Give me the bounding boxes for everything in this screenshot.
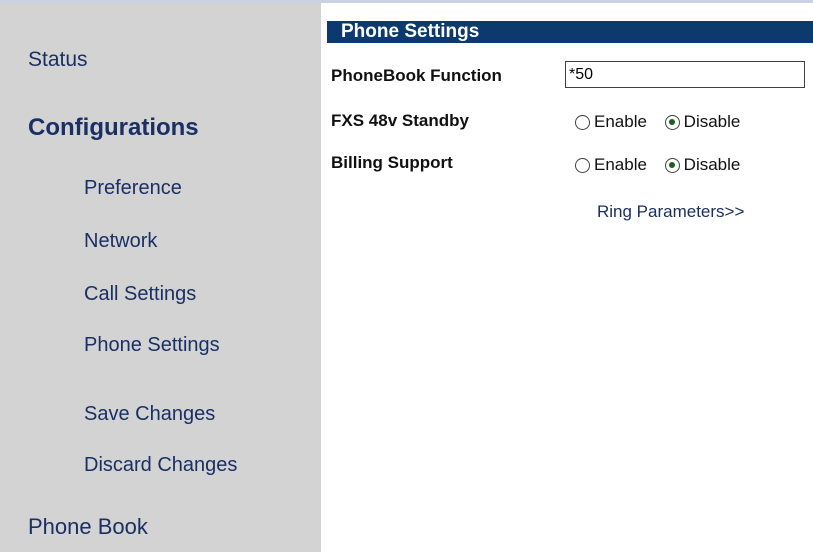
- discard-changes-link[interactable]: Discard Changes: [84, 454, 237, 477]
- save-changes-link[interactable]: Save Changes: [84, 403, 215, 426]
- fxs-standby-disable-radio[interactable]: [664, 114, 680, 130]
- sidebar-item-call-settings[interactable]: Call Settings: [84, 283, 196, 306]
- sidebar: Status Configurations Preference Network…: [0, 3, 321, 552]
- sidebar-item-preference[interactable]: Preference: [84, 177, 182, 200]
- fxs-standby-enable-label: Enable: [594, 112, 647, 131]
- section-header: Phone Settings: [327, 21, 813, 43]
- fxs-standby-radio-group: Enable Disable: [575, 112, 753, 135]
- fxs-standby-enable-option[interactable]: Enable: [575, 112, 647, 132]
- billing-support-disable-radio[interactable]: [664, 157, 680, 173]
- billing-support-label: Billing Support: [331, 153, 453, 172]
- page-title: Phone Settings: [341, 21, 480, 42]
- billing-support-radio-group: Enable Disable: [575, 155, 753, 178]
- fxs-standby-disable-label: Disable: [683, 112, 741, 131]
- billing-support-disable-option[interactable]: Disable: [664, 155, 741, 175]
- billing-support-enable-option[interactable]: Enable: [575, 155, 647, 175]
- fxs-standby-disable-option[interactable]: Disable: [664, 112, 741, 132]
- billing-support-enable-radio[interactable]: [575, 157, 590, 173]
- sidebar-item-configurations[interactable]: Configurations: [28, 114, 199, 142]
- sidebar-item-phone-settings[interactable]: Phone Settings: [84, 334, 220, 357]
- sidebar-item-phone-book[interactable]: Phone Book: [28, 514, 148, 540]
- main-content: Phone Settings PhoneBook Function FXS 48…: [321, 3, 813, 552]
- sidebar-item-network[interactable]: Network: [84, 230, 157, 253]
- billing-support-enable-label: Enable: [594, 155, 647, 174]
- sidebar-item-status[interactable]: Status: [28, 48, 88, 72]
- ring-parameters-link[interactable]: Ring Parameters>>: [597, 202, 744, 222]
- fxs-standby-label: FXS 48v Standby: [331, 111, 469, 130]
- phonebook-function-label: PhoneBook Function: [331, 66, 502, 85]
- fxs-standby-enable-radio[interactable]: [575, 114, 590, 130]
- billing-support-disable-label: Disable: [683, 155, 741, 174]
- phonebook-function-input[interactable]: [565, 61, 805, 88]
